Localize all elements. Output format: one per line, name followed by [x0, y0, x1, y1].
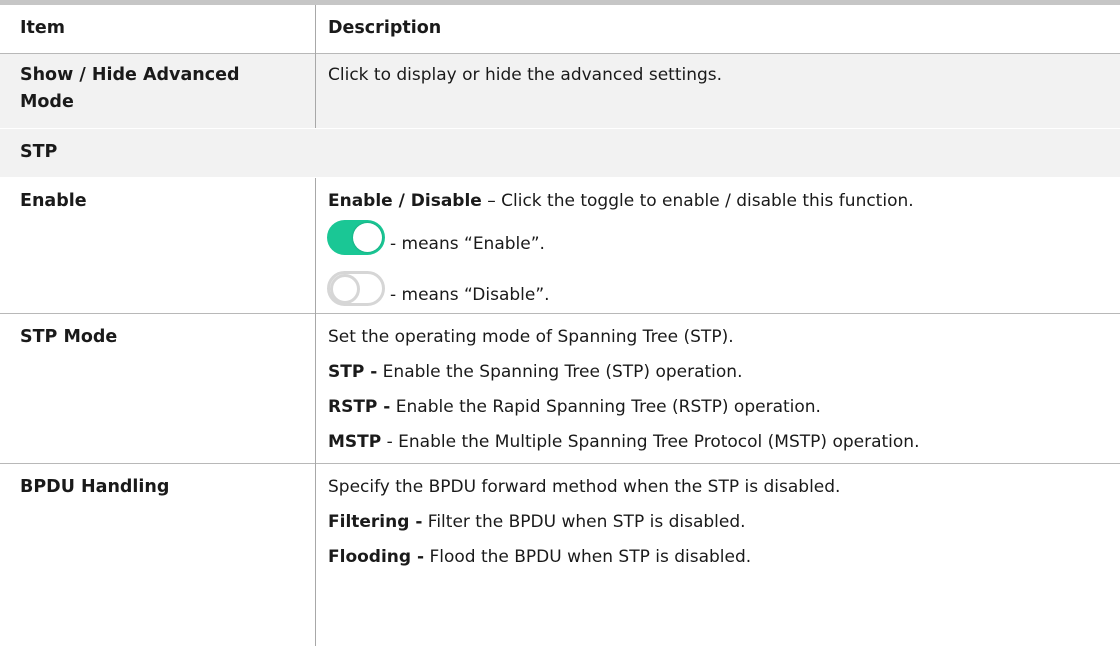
row-desc-stp-mode-line4: MSTP - Enable the Multiple Spanning Tree…: [328, 429, 919, 456]
row-desc-enable-line1: Enable / Disable – Click the toggle to e…: [328, 188, 914, 215]
toggle-on-caption: - means “Enable”.: [390, 234, 545, 254]
toggle-off-icon: [327, 271, 385, 306]
enable-disable-text: – Click the toggle to enable / disable t…: [481, 191, 914, 211]
table-row-stp-mode: STP Mode Set the operating mode of Spann…: [0, 314, 1120, 464]
bpdu-column-divider: [315, 464, 316, 628]
toggle-off-knob: [330, 273, 360, 304]
row-item-bpdu-handling: BPDU Handling: [20, 477, 170, 497]
rstp-term: RSTP -: [328, 397, 391, 417]
row-desc-bpdu-line1: Specify the BPDU forward method when the…: [328, 477, 841, 497]
enable-disable-term: Enable / Disable: [328, 191, 482, 211]
flooding-text: Flood the BPDU when STP is disabled.: [424, 547, 752, 567]
header-column-divider: [315, 5, 316, 54]
stp-term: STP -: [328, 362, 378, 382]
show-hide-column-divider: [315, 54, 316, 128]
filtering-text: Filter the BPDU when STP is disabled.: [422, 512, 746, 532]
mstp-term: MSTP: [328, 432, 382, 452]
bpdu-column-divider-stub: [315, 628, 316, 646]
row-desc-show-hide: Click to display or hide the advanced se…: [328, 65, 723, 85]
stp-text: Enable the Spanning Tree (STP) operation…: [377, 362, 743, 382]
settings-description-table: Item Description Show / Hide Advanced Mo…: [0, 0, 1120, 646]
row-item-stp-mode: STP Mode: [20, 327, 118, 347]
flooding-term: Flooding -: [328, 547, 425, 567]
table-header-row: Item Description: [0, 5, 1120, 54]
filtering-term: Filtering -: [328, 512, 423, 532]
toggle-on-knob: [353, 223, 382, 252]
toggle-on-icon: [327, 220, 385, 255]
row-desc-stp-mode-line1: Set the operating mode of Spanning Tree …: [328, 327, 734, 347]
enable-column-divider: [315, 178, 316, 314]
rstp-text: Enable the Rapid Spanning Tree (RSTP) op…: [390, 397, 821, 417]
row-desc-stp-mode-line2: STP - Enable the Spanning Tree (STP) ope…: [328, 359, 742, 386]
row-item-enable: Enable: [20, 191, 87, 211]
section-label-stp: STP: [20, 142, 58, 162]
header-description: Description: [328, 18, 442, 38]
table-row-show-hide: Show / Hide Advanced Mode Click to displ…: [0, 54, 1120, 128]
table-row-enable: Enable Enable / Disable – Click the togg…: [0, 178, 1120, 314]
header-item: Item: [20, 18, 65, 38]
table-row-bpdu-handling: BPDU Handling Specify the BPDU forward m…: [0, 464, 1120, 646]
row-desc-bpdu-line2: Filtering - Filter the BPDU when STP is …: [328, 509, 746, 536]
mstp-text: - Enable the Multiple Spanning Tree Prot…: [381, 432, 920, 452]
table-section-stp: STP: [0, 129, 1120, 177]
row-desc-stp-mode-line3: RSTP - Enable the Rapid Spanning Tree (R…: [328, 394, 821, 421]
row-item-show-hide-line1: Show / Hide Advanced: [20, 65, 240, 85]
stp-mode-column-divider: [315, 314, 316, 464]
toggle-off-caption: - means “Disable”.: [390, 285, 550, 305]
row-desc-bpdu-line3: Flooding - Flood the BPDU when STP is di…: [328, 544, 751, 571]
row-item-show-hide-line2: Mode: [20, 92, 74, 112]
